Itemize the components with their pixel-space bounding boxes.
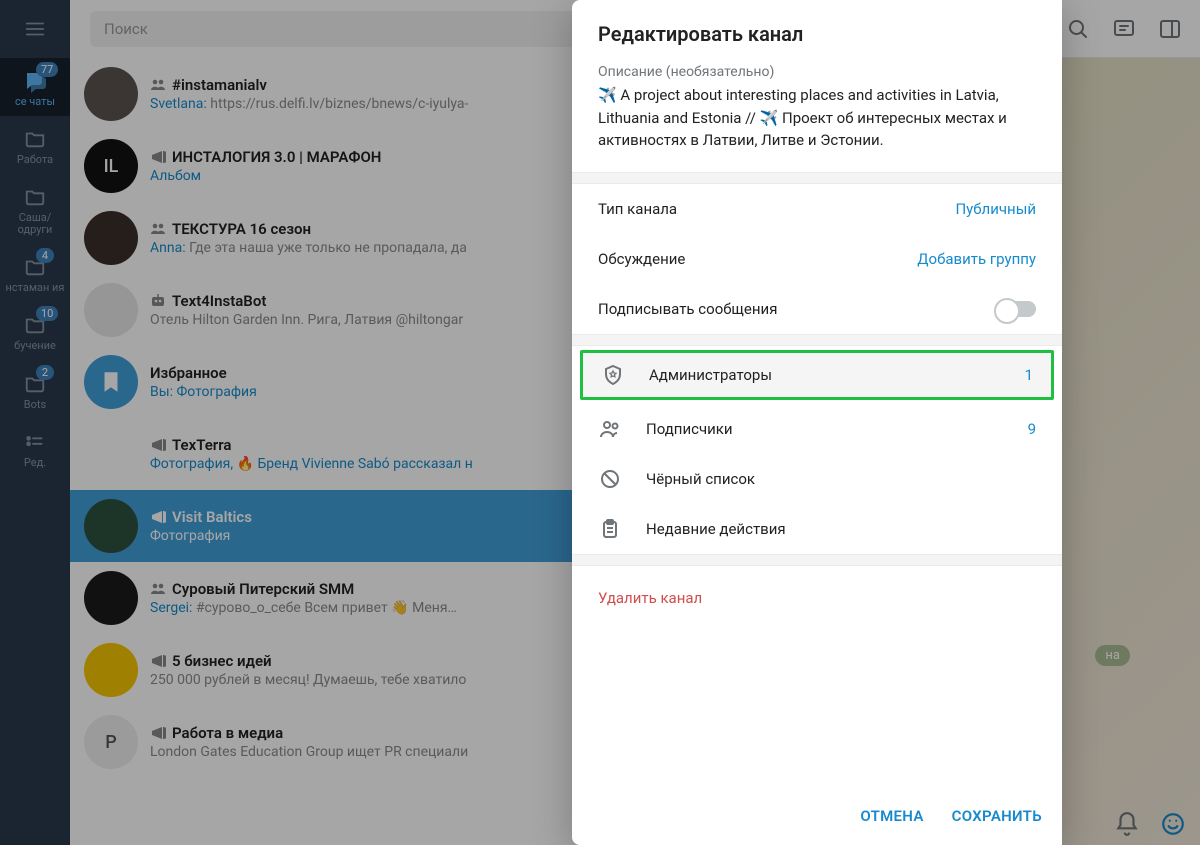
ban-icon <box>598 467 622 491</box>
clipboard-icon <box>598 517 622 541</box>
description-text: ✈️ A project about interesting places an… <box>598 84 1036 152</box>
description-label: Описание (необязательно) <box>598 64 1036 80</box>
discussion-value: Добавить группу <box>917 250 1036 268</box>
cancel-button[interactable]: ОТМЕНА <box>860 807 923 825</box>
discussion-label: Обсуждение <box>598 250 685 268</box>
sign-messages-toggle[interactable] <box>996 301 1036 317</box>
modal-title: Редактировать канал <box>572 0 1062 64</box>
subscribers-count: 9 <box>1028 420 1036 438</box>
administrators-count: 1 <box>1025 366 1033 384</box>
channel-type-label: Тип канала <box>598 200 677 218</box>
discussion-row[interactable]: Обсуждение Добавить группу <box>572 234 1062 284</box>
channel-type-row[interactable]: Тип канала Публичный <box>572 184 1062 234</box>
section-divider <box>572 172 1062 184</box>
channel-type-value: Публичный <box>955 200 1036 218</box>
edit-channel-modal: Редактировать канал Описание (необязател… <box>572 0 1062 845</box>
section-divider <box>572 334 1062 346</box>
blacklist-row[interactable]: Чёрный список <box>572 454 1062 504</box>
subscribers-row[interactable]: Подписчики 9 <box>572 404 1062 454</box>
sign-messages-label: Подписывать сообщения <box>598 300 777 318</box>
people-icon <box>598 417 622 441</box>
administrators-label: Администраторы <box>649 366 1001 384</box>
description-block[interactable]: Описание (необязательно) ✈️ A project ab… <box>572 64 1062 172</box>
shield-icon <box>601 363 625 387</box>
sign-messages-row[interactable]: Подписывать сообщения <box>572 284 1062 334</box>
blacklist-label: Чёрный список <box>646 470 1036 488</box>
administrators-row[interactable]: Администраторы 1 <box>580 350 1054 400</box>
subscribers-label: Подписчики <box>646 420 1004 438</box>
delete-channel-label: Удалить канал <box>598 589 702 607</box>
delete-channel-row[interactable]: Удалить канал <box>572 566 1062 617</box>
recent-actions-label: Недавние действия <box>646 520 1036 538</box>
modal-footer: ОТМЕНА СОХРАНИТЬ <box>572 791 1062 845</box>
save-button[interactable]: СОХРАНИТЬ <box>952 807 1042 825</box>
recent-actions-row[interactable]: Недавние действия <box>572 504 1062 554</box>
section-divider <box>572 554 1062 566</box>
modal-body: Описание (необязательно) ✈️ A project ab… <box>572 64 1062 791</box>
